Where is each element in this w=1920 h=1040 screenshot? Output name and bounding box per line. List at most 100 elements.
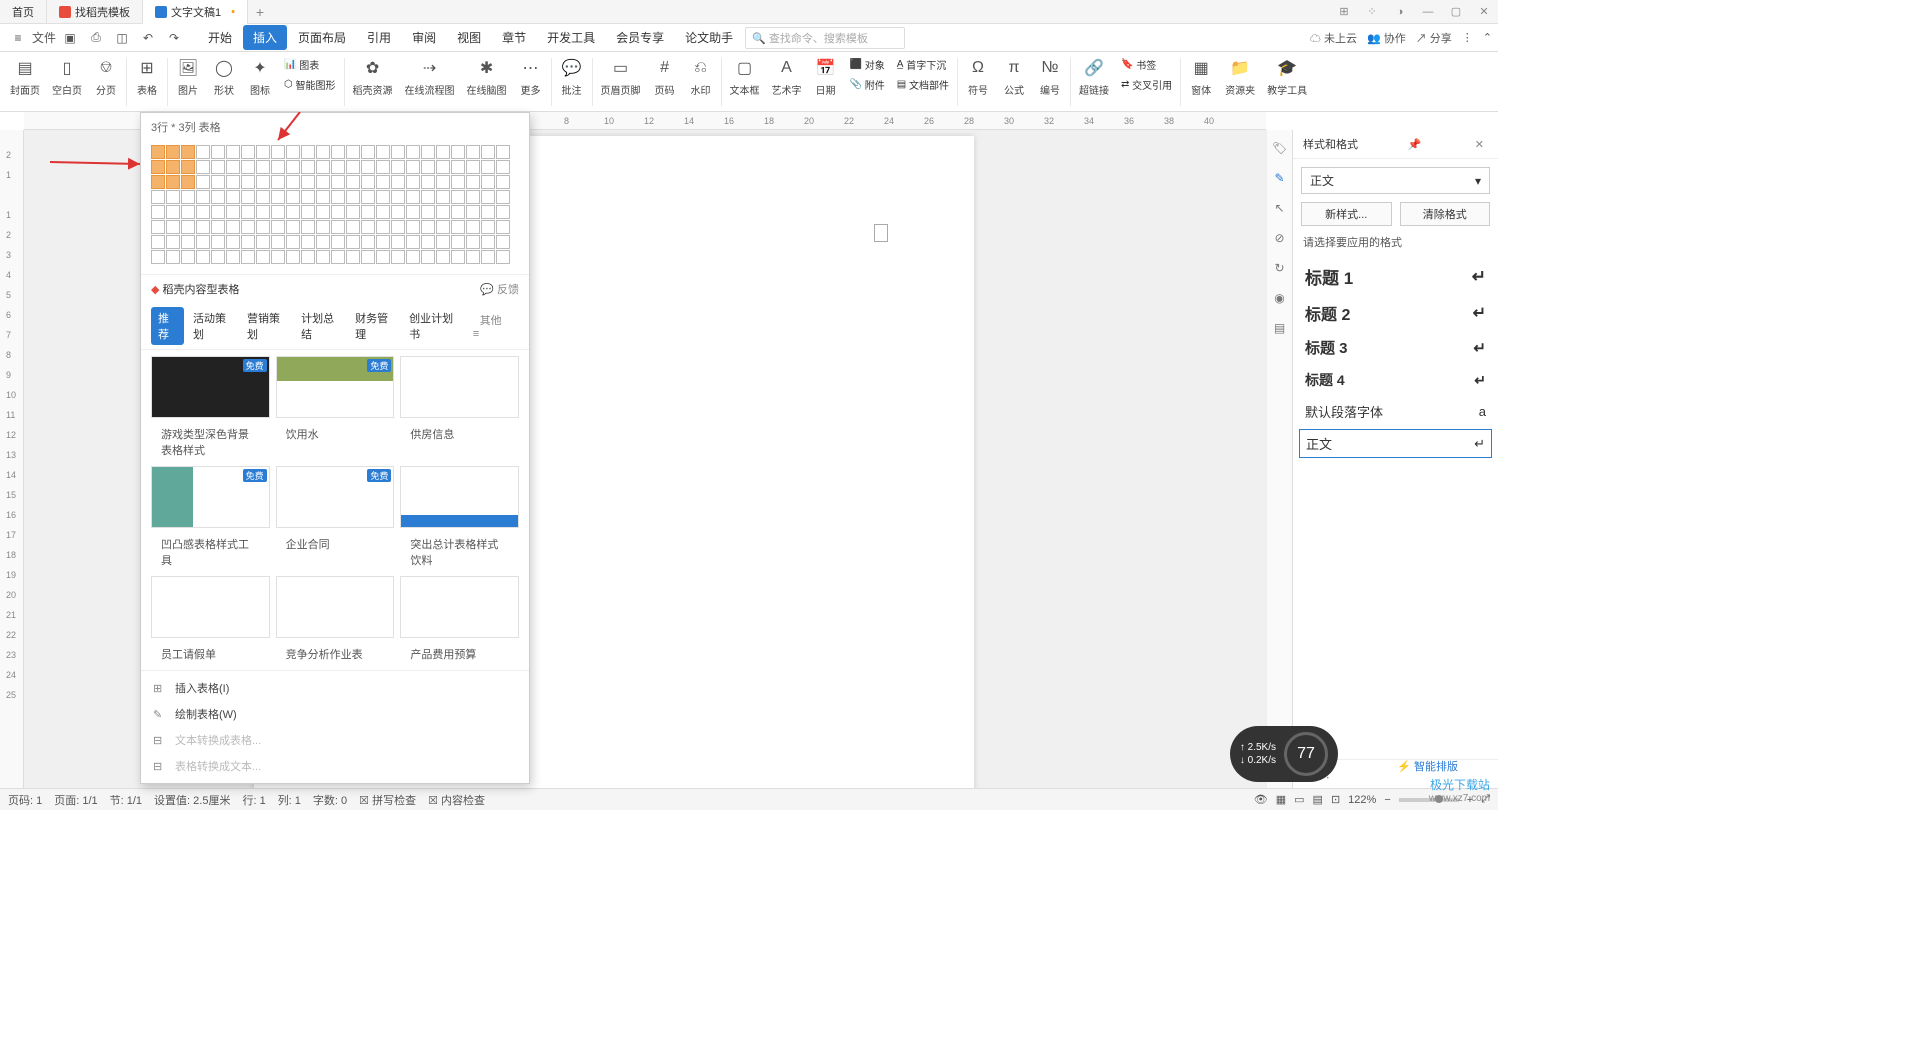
rib-wordart[interactable]: A艺术字 — [766, 54, 808, 99]
user-icon[interactable]: ◑ — [1386, 0, 1414, 24]
menu-insert[interactable]: 插入 — [243, 25, 287, 50]
close-icon[interactable]: ✕ — [1471, 138, 1488, 151]
layout-icon[interactable]: ⊞ — [1330, 0, 1358, 24]
draw-table-item[interactable]: ✎绘制表格(W) — [141, 701, 529, 727]
style-heading4[interactable]: 标题 4↵ — [1293, 364, 1498, 396]
rib-teach[interactable]: 🎓教学工具 — [1261, 54, 1313, 99]
menu-view[interactable]: 视图 — [447, 25, 491, 50]
cloud-status[interactable]: ☁ 未上云 — [1310, 30, 1357, 46]
status-spell[interactable]: ☒ 拼写检查 — [359, 792, 416, 808]
rib-object[interactable]: ⬛ 对象 — [844, 54, 891, 74]
menu-references[interactable]: 引用 — [357, 25, 401, 50]
menu-start[interactable]: 开始 — [198, 25, 242, 50]
style-default-font[interactable]: 默认段落字体a — [1293, 396, 1498, 427]
rib-pic[interactable]: 🖼图片 — [170, 54, 206, 99]
template-item[interactable]: 免费 — [151, 356, 270, 418]
pin-icon[interactable]: 📌 — [1404, 138, 1426, 151]
rib-attach[interactable]: 📎 附件 — [844, 74, 891, 94]
cat-finance[interactable]: 财务管理 — [348, 307, 400, 345]
menu-devtools[interactable]: 开发工具 — [537, 25, 605, 50]
maximize-button[interactable]: ▢ — [1442, 0, 1470, 24]
rib-icons[interactable]: ✦图标 — [242, 54, 278, 99]
rib-bookmark[interactable]: 🔖 书签 — [1115, 54, 1178, 74]
template-item[interactable] — [276, 576, 395, 638]
view-eye-icon[interactable]: 👁 — [1254, 793, 1268, 806]
rib-date[interactable]: 📅日期 — [808, 54, 844, 99]
rib-form[interactable]: ▦窗体 — [1183, 54, 1219, 99]
rib-dropcap[interactable]: A̲ 首字下沉 — [891, 54, 955, 74]
rib-more[interactable]: ⋯更多 — [513, 54, 549, 99]
clear-format-button[interactable]: 清除格式 — [1400, 202, 1491, 226]
save-icon[interactable]: ▣ — [58, 26, 82, 50]
undo-icon[interactable]: ↶ — [136, 26, 160, 50]
status-section[interactable]: 节: 1/1 — [110, 792, 142, 808]
rib-link[interactable]: 🔗超链接 — [1073, 54, 1115, 99]
rib-number[interactable]: №编号 — [1032, 54, 1068, 99]
style-normal[interactable]: 正文↵ — [1299, 429, 1492, 458]
rib-shape[interactable]: ◯形状 — [206, 54, 242, 99]
file-menu[interactable]: 文件 — [32, 26, 56, 50]
rib-hf[interactable]: ▭页眉页脚 — [595, 54, 647, 99]
rib-chart[interactable]: 📊 图表 — [278, 54, 342, 74]
rib-cover[interactable]: ▤封面页 — [4, 54, 46, 99]
zoom-fit-icon[interactable]: ⊡ — [1331, 793, 1340, 806]
tab-document[interactable]: 文字文稿1• — [143, 0, 248, 24]
rib-xref[interactable]: ⇄ 交叉引用 — [1115, 74, 1178, 94]
rib-comment[interactable]: 💬批注 — [554, 54, 590, 99]
template-item[interactable]: 免费 — [276, 356, 395, 418]
rib-table[interactable]: ⊞表格 — [129, 54, 165, 99]
menu-layout[interactable]: 页面布局 — [288, 25, 356, 50]
rib-resfolder[interactable]: 📁资源夹 — [1219, 54, 1261, 99]
zoom-out-button[interactable]: − — [1384, 794, 1390, 806]
cat-recommend[interactable]: 推荐 — [151, 307, 184, 345]
table-grid-picker[interactable] — [141, 141, 529, 274]
status-row[interactable]: 行: 1 — [242, 792, 265, 808]
template-item[interactable]: 免费 — [151, 466, 270, 528]
style-heading2[interactable]: 标题 2↵ — [1293, 295, 1498, 331]
side-tag-icon[interactable]: 🏷 — [1270, 138, 1290, 158]
side-nav-icon[interactable]: ◉ — [1270, 288, 1290, 308]
tab-add[interactable]: + — [248, 4, 272, 20]
cat-summary[interactable]: 计划总结 — [294, 307, 346, 345]
side-style-icon[interactable]: ✎ — [1270, 168, 1290, 188]
minimize-button[interactable]: — — [1414, 0, 1442, 24]
preview-icon[interactable]: ◫ — [110, 26, 134, 50]
rib-equation[interactable]: π公式 — [996, 54, 1032, 99]
close-button[interactable]: ✕ — [1470, 0, 1498, 24]
current-style[interactable]: 正文▾ — [1301, 167, 1490, 194]
menu-paper[interactable]: 论文助手 — [675, 25, 743, 50]
menu-chapter[interactable]: 章节 — [492, 25, 536, 50]
rib-smartart[interactable]: ⬡ 智能图形 — [278, 74, 342, 94]
template-item[interactable] — [400, 466, 519, 528]
style-heading1[interactable]: 标题 1↵ — [1293, 258, 1498, 295]
template-item[interactable]: 免费 — [276, 466, 395, 528]
rib-pagenum[interactable]: #页码 — [647, 54, 683, 99]
zoom-value[interactable]: 122% — [1348, 794, 1376, 806]
view-layout-icon[interactable]: ▦ — [1276, 793, 1286, 806]
rib-watermark[interactable]: ⎌水印 — [683, 54, 719, 99]
side-limit-icon[interactable]: ⊘ — [1270, 228, 1290, 248]
menu-review[interactable]: 审阅 — [402, 25, 446, 50]
redo-icon[interactable]: ↷ — [162, 26, 186, 50]
share-button[interactable]: ↗ 分享 — [1416, 30, 1452, 46]
rib-break[interactable]: ⎊分页 — [88, 54, 124, 99]
smart-layout-link[interactable]: ⚡ 智能排版 — [1397, 758, 1458, 774]
template-item[interactable] — [400, 576, 519, 638]
template-item[interactable] — [151, 576, 270, 638]
rib-textbox[interactable]: ▢文本框 — [724, 54, 766, 99]
cat-startup[interactable]: 创业计划书 — [402, 307, 464, 345]
side-sync-icon[interactable]: ↻ — [1270, 258, 1290, 278]
status-col[interactable]: 列: 1 — [278, 792, 301, 808]
template-item[interactable] — [400, 356, 519, 418]
apps-icon[interactable]: ⁘ — [1358, 0, 1386, 24]
side-select-icon[interactable]: ↖ — [1270, 198, 1290, 218]
feedback-link[interactable]: 💬 反馈 — [480, 281, 519, 297]
rib-symbol[interactable]: Ω符号 — [960, 54, 996, 99]
collab-button[interactable]: 👥 协作 — [1367, 30, 1406, 46]
rib-mind[interactable]: ✱在线脑图 — [461, 54, 513, 99]
status-doccheck[interactable]: ☒ 内容检查 — [428, 792, 485, 808]
rib-flow[interactable]: ⇢在线流程图 — [399, 54, 461, 99]
view-web-icon[interactable]: ▭ — [1294, 793, 1304, 806]
status-page[interactable]: 页码: 1 — [8, 792, 42, 808]
chevron-up-icon[interactable]: ⌃ — [1483, 31, 1492, 44]
